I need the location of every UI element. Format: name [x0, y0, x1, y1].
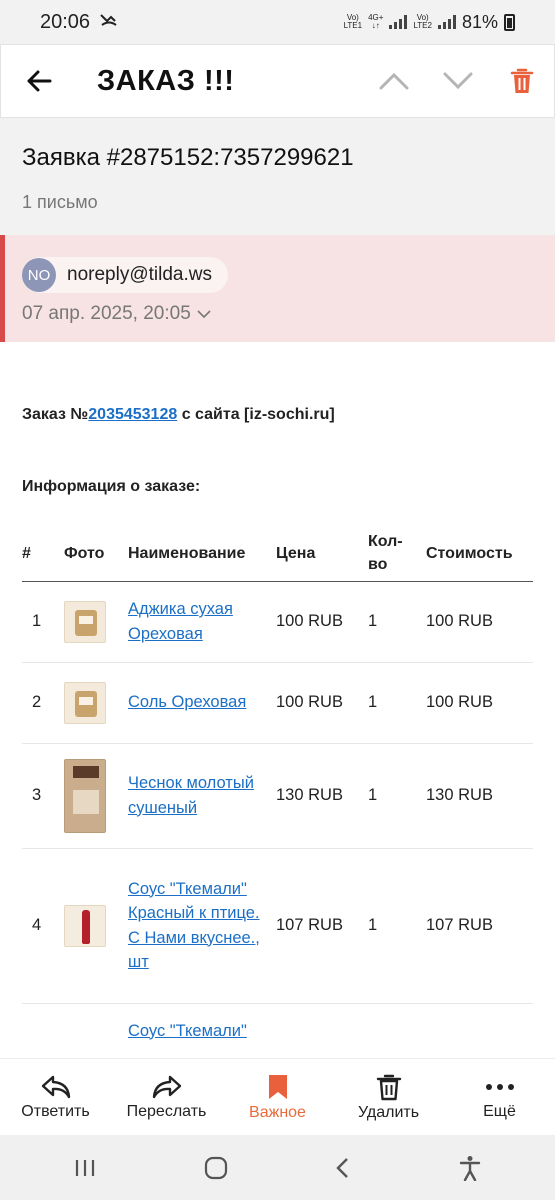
bookmark-icon: [268, 1074, 287, 1099]
delete-thread-button[interactable]: [490, 44, 554, 118]
back-button[interactable]: [1, 44, 77, 118]
thread-subject-block: Заявка #2875152:7357299621 1 письмо: [0, 118, 555, 235]
chevron-up-icon: [379, 72, 409, 90]
product-link[interactable]: Соус "Ткемали": [128, 1022, 247, 1040]
trash-icon: [376, 1074, 401, 1100]
thread-subject: Заявка #2875152:7357299621: [22, 144, 354, 171]
battery-icon: [504, 13, 515, 31]
product-price: 130 RUB: [276, 743, 368, 849]
message-count: 1 письмо: [22, 192, 98, 212]
product-price: 107 RUB: [276, 848, 368, 1004]
sender-email: noreply@tilda.ws: [67, 264, 212, 285]
column-header-price: Цена: [276, 530, 368, 582]
order-info-title: Информация о заказе:: [22, 478, 201, 495]
table-row: 4 Соус "Ткемали" Красный к птице. С Нами…: [22, 848, 533, 1004]
order-number-link[interactable]: 2035453128: [88, 406, 177, 423]
column-header-photo: Фото: [64, 530, 128, 582]
chevron-down-icon: [443, 72, 473, 90]
home-icon[interactable]: [204, 1156, 228, 1180]
row-number: 2: [22, 662, 64, 744]
battery-percent: 81%: [461, 11, 498, 32]
product-photo[interactable]: [64, 600, 106, 643]
more-button[interactable]: Ещё: [444, 1059, 555, 1135]
product-link[interactable]: Соль Ореховая: [128, 693, 246, 711]
forward-button[interactable]: Переслать: [111, 1059, 222, 1135]
column-header-total: Стоимость: [426, 530, 533, 582]
more-icon: [485, 1083, 514, 1090]
product-link[interactable]: Чеснок молотый сушеный: [128, 774, 254, 817]
avatar: NO: [22, 258, 56, 292]
product-qty: 1: [368, 848, 426, 1004]
next-message-button[interactable]: [426, 44, 490, 118]
delete-button[interactable]: Удалить: [333, 1059, 444, 1135]
product-total: 130 RUB: [426, 743, 533, 849]
app-header: ЗАКАЗ !!!: [0, 44, 555, 118]
status-bar: 20:06 Vo) LTE1 4G+ ↓↑ Vo) LTE2 81%: [0, 0, 555, 44]
column-header-qty: Кол- во: [368, 530, 426, 582]
table-row: 1 Аджика сухая Ореховая 100 RUB 1 100 RU…: [22, 581, 533, 663]
missed-call-icon: [100, 12, 118, 33]
delete-label: Удалить: [357, 1103, 420, 1121]
table-row: 2 Соль Ореховая 100 RUB 1 100 RUB: [22, 662, 533, 744]
forward-icon: [152, 1075, 181, 1098]
sim1-indicator: Vo) LTE1: [343, 13, 363, 30]
product-total: 100 RUB: [426, 662, 533, 744]
column-header-name: Наименование: [128, 530, 276, 582]
message-date: 07 апр. 2025, 20:05: [22, 303, 191, 324]
product-total: 107 RUB: [426, 848, 533, 1004]
product-qty: [368, 1003, 426, 1058]
sender-block[interactable]: NO noreply@tilda.ws 07 апр. 2025, 20:05: [0, 235, 555, 342]
order-line: Заказ №2035453128 с сайта [iz-sochi.ru]: [22, 406, 335, 423]
product-link[interactable]: Соус "Ткемали" Красный к птице. С Нами в…: [128, 880, 260, 972]
network-type-indicator: 4G+ ↓↑: [368, 13, 384, 30]
product-price: 100 RUB: [276, 662, 368, 744]
chevron-down-icon: [197, 309, 211, 318]
sender-chip[interactable]: NO noreply@tilda.ws: [22, 257, 228, 293]
accessibility-icon[interactable]: [459, 1155, 481, 1181]
product-total: [426, 1003, 533, 1058]
more-label: Ещё: [483, 1102, 516, 1120]
reply-button[interactable]: Ответить: [0, 1059, 111, 1135]
product-price: [276, 1003, 368, 1058]
product-price: 100 RUB: [276, 581, 368, 663]
product-qty: 1: [368, 581, 426, 663]
row-number: 3: [22, 743, 64, 849]
table-row: 3 Чеснок молотый сушеный 130 RUB 1 130 R…: [22, 743, 533, 849]
table-header-row: # Фото Наименование Цена Кол- во Стоимос…: [22, 530, 533, 582]
product-total: 100 RUB: [426, 581, 533, 663]
forward-label: Переслать: [126, 1102, 207, 1120]
status-time: 20:06: [40, 10, 91, 33]
system-nav-bar: [0, 1135, 555, 1200]
signal-icon: [389, 15, 408, 29]
reply-label: Ответить: [21, 1102, 90, 1120]
important-label: Важное: [249, 1103, 306, 1121]
row-number: 1: [22, 581, 64, 663]
message-action-bar: Ответить Переслать Важное Удалить Ещё: [0, 1058, 555, 1135]
reply-icon: [41, 1075, 70, 1098]
message-body: Заказ №2035453128 с сайта [iz-sochi.ru] …: [0, 342, 555, 1058]
trash-icon: [510, 68, 534, 93]
product-photo[interactable]: [64, 904, 106, 947]
back-arrow-icon: [27, 70, 52, 92]
table-row: Соус "Ткемали": [22, 1003, 533, 1058]
product-qty: 1: [368, 743, 426, 849]
message-date-toggle[interactable]: 07 апр. 2025, 20:05: [22, 303, 555, 325]
product-photo[interactable]: [64, 681, 106, 724]
row-number: 4: [22, 848, 64, 1004]
previous-message-button[interactable]: [362, 44, 426, 118]
product-photo[interactable]: [64, 758, 106, 833]
row-number: [22, 1003, 64, 1058]
product-qty: 1: [368, 662, 426, 744]
signal-icon: [437, 15, 456, 29]
page-title: ЗАКАЗ !!!: [97, 64, 235, 97]
important-button[interactable]: Важное: [222, 1059, 333, 1135]
back-nav-icon[interactable]: [335, 1157, 351, 1179]
recent-apps-icon[interactable]: [74, 1158, 96, 1178]
order-items-table: # Фото Наименование Цена Кол- во Стоимос…: [22, 530, 533, 1058]
column-header-number: #: [22, 530, 64, 582]
sim2-indicator: Vo) LTE2: [413, 13, 432, 30]
product-link[interactable]: Аджика сухая Ореховая: [128, 600, 233, 643]
